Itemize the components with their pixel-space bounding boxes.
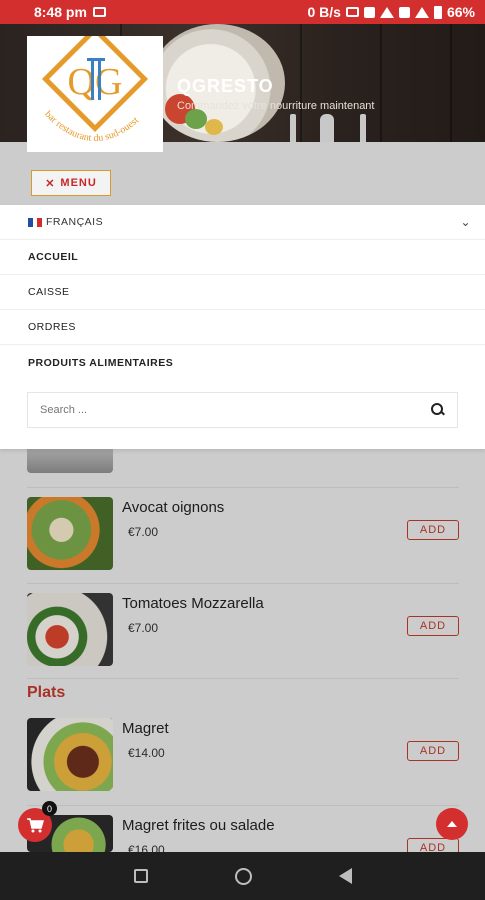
nav-item-ordres[interactable]: ORDRES (0, 310, 485, 345)
chevron-up-icon (447, 821, 457, 827)
back-icon[interactable] (338, 868, 352, 884)
home-icon[interactable] (234, 867, 252, 885)
language-label: FRANÇAIS (46, 216, 104, 228)
close-icon: ✕ (45, 177, 56, 190)
wifi-icon (379, 6, 394, 18)
site-title[interactable]: QGRESTO (177, 76, 274, 97)
network-speed: 0 B/s (307, 4, 341, 20)
menu-close-button[interactable]: ✕ MENU (31, 170, 111, 196)
search-icon[interactable] (431, 403, 445, 417)
system-nav-bar (0, 852, 485, 900)
gallery-icon (92, 7, 106, 17)
search-box (27, 392, 458, 428)
nav-item-caisse[interactable]: CAISSE (0, 275, 485, 310)
battery-level: 66% (446, 4, 475, 20)
nav-dropdown: FRANÇAIS ⌄ ACCUEIL CAISSE ORDRES PRODUIT… (0, 205, 485, 449)
data-icon (398, 6, 410, 18)
status-time: 8:48 pm (34, 4, 87, 20)
fork-image (290, 114, 296, 142)
mute-icon (363, 6, 375, 18)
search-input[interactable] (40, 404, 431, 416)
svg-text:QG: QG (68, 61, 123, 103)
recents-icon[interactable] (133, 869, 148, 883)
nav-item-accueil[interactable]: ACCUEIL (0, 240, 485, 275)
knife-image (360, 114, 366, 142)
nav-item-produits[interactable]: PRODUITS ALIMENTAIRES (0, 345, 485, 380)
site-logo[interactable]: QG bar restaurant du sud-ouest (27, 25, 163, 152)
signal-icon (414, 6, 429, 18)
french-flag-icon (28, 217, 43, 227)
cart-icon (27, 818, 44, 833)
spoon-image (320, 114, 334, 142)
vpn-icon (345, 7, 359, 17)
site-tagline: Commandez votre nourriture maintenant (177, 100, 375, 112)
scroll-top-button[interactable] (436, 808, 468, 840)
menu-toggle-label: MENU (60, 177, 97, 189)
chevron-down-icon[interactable]: ⌄ (460, 215, 471, 229)
cart-count-badge: 0 (42, 801, 57, 816)
status-bar: 8:48 pm 0 B/s 66% (0, 0, 485, 24)
battery-icon (433, 5, 442, 19)
language-selector[interactable]: FRANÇAIS ⌄ (0, 205, 485, 240)
